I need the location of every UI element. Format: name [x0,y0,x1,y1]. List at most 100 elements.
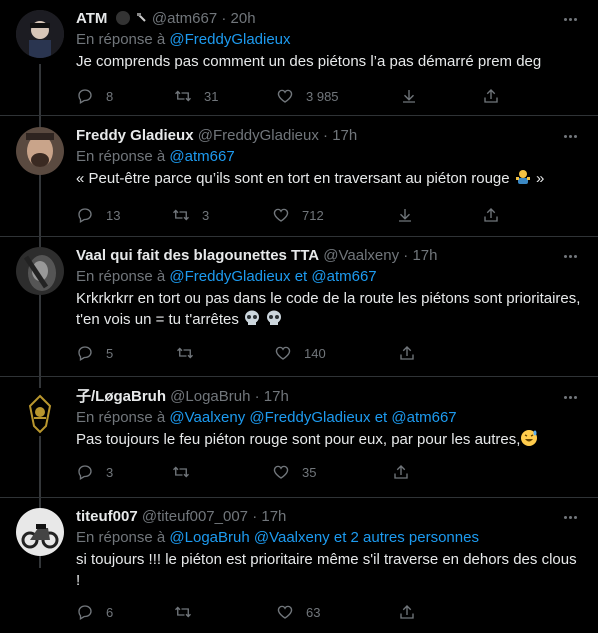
reply-context: En réponse à @Vaalxeny @FreddyGladieux e… [76,408,582,428]
tweet-text: si toujours !!! le piéton est prioritair… [76,551,577,589]
heart-icon [273,465,289,479]
reply-count: 3 [106,464,114,480]
avatar[interactable] [16,127,64,175]
handle[interactable]: @titeuf007_007 [142,508,248,525]
timestamp[interactable]: 17h [332,127,357,144]
retweet-icon [175,90,191,102]
reply-context: En réponse à @FreddyGladieux [76,30,582,50]
timestamp[interactable]: 17h [412,247,437,264]
reply-button[interactable]: 6 [76,602,113,622]
separator: · [323,127,329,144]
display-name[interactable]: 子/LøgaBruh [76,388,166,405]
display-name[interactable]: Freddy Gladieux [76,127,194,144]
display-name[interactable]: titeuf007 [76,508,138,525]
share-icon [484,208,498,222]
handle[interactable]: @Vaalxeny [323,247,399,264]
person-shrugging-emoji-icon [514,168,532,186]
mention-link[interactable]: @Vaalxeny [254,529,330,546]
tweet-text: Krkrkrkrr en tort ou pas dans le code de… [76,288,582,330]
download-button[interactable] [396,205,414,225]
retweet-button[interactable] [174,602,192,622]
more-icon[interactable] [560,388,580,406]
reply-button[interactable]: 8 [76,86,113,106]
more-icon[interactable] [560,508,580,526]
reply-context: En réponse à @FreddyGladieux et @atm667 [76,267,582,287]
share-button[interactable] [398,602,416,622]
retweet-icon [173,466,189,478]
reply-count: 6 [106,604,114,620]
tweet[interactable]: 子/LøgaBruh @LogaBruh · 17h En réponse à … [0,378,598,498]
reply-prefix: En réponse à [76,409,166,426]
ninja-emoji-icon [115,11,130,25]
timestamp[interactable]: 17h [264,388,289,405]
display-name[interactable]: Vaal qui fait des blagounettes TTA [76,247,319,264]
mention-conjunction: et [333,529,347,546]
retweet-button[interactable]: 3 [172,205,209,225]
avatar[interactable] [16,247,64,295]
share-icon [400,346,414,360]
reply-icon [78,89,92,104]
mention-conjunction: et [374,409,388,426]
timestamp[interactable]: 20h [231,10,256,27]
heart-icon [277,89,293,103]
timestamp[interactable]: 17h [261,508,286,525]
handle[interactable]: @LogaBruh [170,388,250,405]
mention-link[interactable]: @FreddyGladieux [169,268,290,285]
reply-button[interactable]: 5 [76,343,113,363]
mention-conjunction: et [294,268,308,285]
avatar[interactable] [16,388,64,436]
retweet-button[interactable] [176,343,194,363]
reply-button[interactable]: 13 [76,205,120,225]
tweet-text: « Peut-être parce qu’ils sont en tort en… [76,168,582,189]
mention-link[interactable]: @atm667 [311,268,376,285]
retweet-icon [173,209,189,221]
download-button[interactable] [400,86,418,106]
tweet-text-body: « Peut-être parce qu’ils sont en tort en… [76,170,510,187]
retweet-button[interactable]: 31 [174,86,218,106]
mention-link[interactable]: @LogaBruh [169,529,249,546]
share-button[interactable] [392,462,410,482]
heart-icon [277,605,293,619]
mention-link[interactable]: @FreddyGladieux [249,409,370,426]
like-button[interactable]: 712 [272,205,324,225]
mention-link[interactable]: 2 autres personnes [351,529,479,546]
display-name[interactable]: ATM [76,10,107,27]
share-button[interactable] [482,86,500,106]
tweet[interactable]: Freddy Gladieux @FreddyGladieux · 17h En… [0,117,598,237]
hammer-emoji-icon [136,11,148,23]
skull-emoji-icon [243,309,261,327]
mention-link[interactable]: @atm667 [391,409,456,426]
mention-link[interactable]: @atm667 [169,148,234,165]
reply-context: En réponse à @LogaBruh @Vaalxeny et 2 au… [76,528,582,548]
heart-icon [275,346,291,360]
download-icon [399,209,411,222]
like-button[interactable]: 63 [276,602,320,622]
like-button[interactable]: 140 [274,343,326,363]
more-icon[interactable] [560,10,580,28]
like-button[interactable]: 3 985 [276,86,339,106]
like-button[interactable]: 35 [272,462,316,482]
retweet-icon [175,606,191,618]
separator: · [254,388,260,405]
avatar[interactable] [16,10,64,58]
reply-button[interactable]: 3 [76,462,113,482]
share-button[interactable] [482,205,500,225]
handle[interactable]: @FreddyGladieux [198,127,319,144]
reply-icon [78,208,92,223]
reply-count: 13 [106,207,121,223]
more-icon[interactable] [560,127,580,145]
share-button[interactable] [398,343,416,363]
separator: · [221,10,227,27]
share-icon [484,89,498,103]
more-icon[interactable] [560,247,580,265]
handle[interactable]: @atm667 [152,10,217,27]
share-icon [394,465,408,479]
like-count: 63 [306,604,321,620]
mention-link[interactable]: @FreddyGladieux [169,31,290,48]
tweet[interactable]: titeuf007 @titeuf007_007 · 17h En répons… [0,498,598,633]
tweet[interactable]: ATM @atm667 · 20h En réponse à @FreddyGl… [0,0,598,116]
avatar[interactable] [16,508,64,556]
tweet[interactable]: Vaal qui fait des blagounettes TTA @Vaal… [0,237,598,377]
retweet-button[interactable] [172,462,190,482]
mention-link[interactable]: @Vaalxeny [169,409,245,426]
